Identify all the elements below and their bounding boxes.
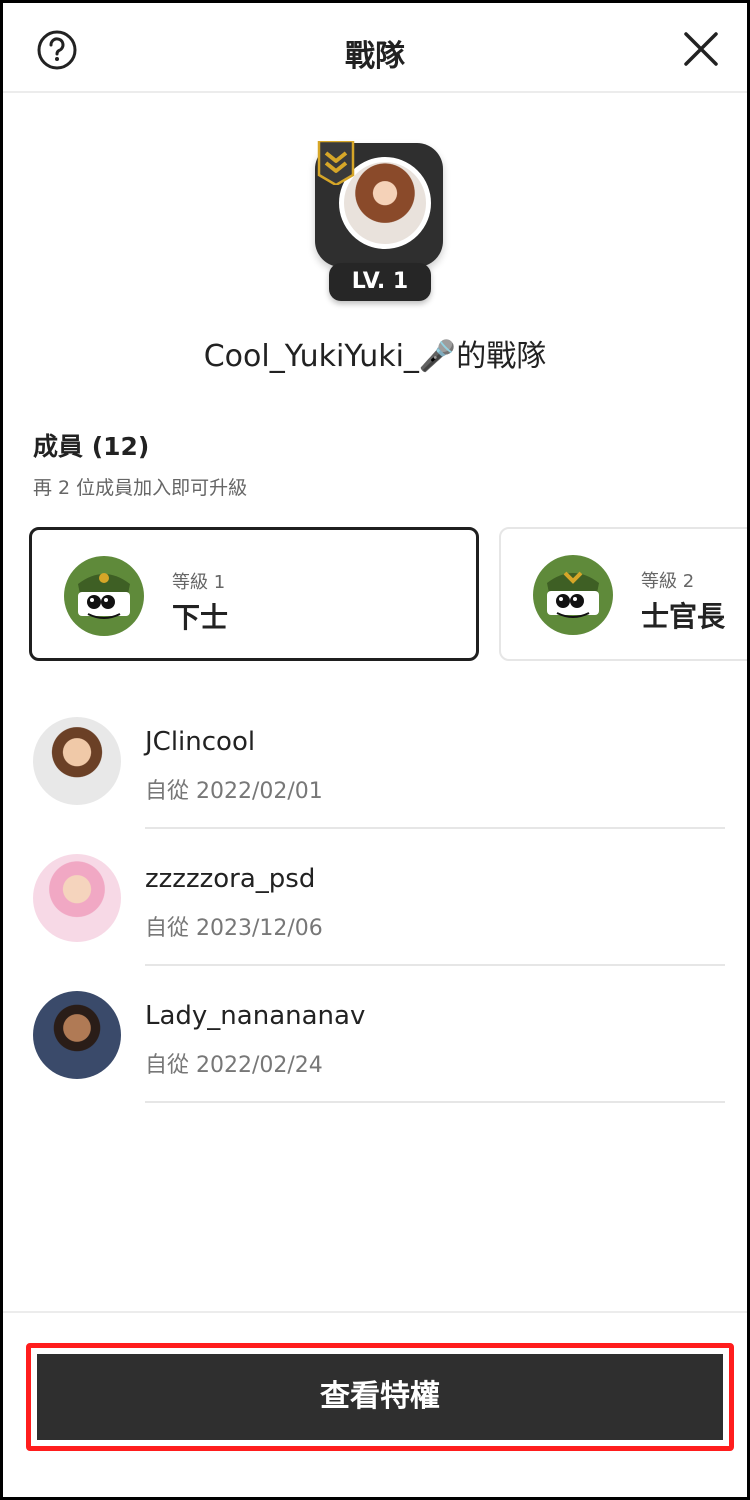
rank-name: 下士: [172, 601, 229, 634]
member-since: 自從 2022/02/24: [145, 1053, 323, 1078]
member-row[interactable]: JClincool 自從 2022/02/01: [3, 717, 747, 854]
close-icon: [684, 32, 718, 66]
member-since: 自從 2023/12/06: [145, 916, 323, 941]
level-badge: LV. 1: [329, 263, 431, 301]
member-name: JClincool: [145, 727, 256, 757]
rank-level: 等級 2: [641, 571, 695, 592]
avatar: [33, 717, 121, 805]
team-name: Cool_YukiYuki_🎤的戰隊: [203, 339, 547, 374]
divider: [145, 1101, 725, 1103]
soldier-rank-icon: [64, 556, 144, 636]
view-privileges-button[interactable]: 查看特權: [37, 1354, 723, 1440]
rank-card-1[interactable]: 等級 1 下士: [29, 527, 479, 661]
rank-level: 等級 1: [172, 572, 226, 593]
avatar: [33, 854, 121, 942]
avatar: [33, 991, 121, 1079]
close-button[interactable]: [679, 27, 723, 71]
member-row[interactable]: zzzzzora_psd 自從 2023/12/06: [3, 854, 747, 991]
member-since: 自從 2022/02/01: [145, 779, 323, 804]
team-avatar: LV. 1: [315, 141, 443, 303]
rank-card-2[interactable]: 等級 2 士官長: [499, 527, 747, 661]
divider: [145, 964, 725, 966]
page-title: 戰隊: [345, 39, 405, 74]
member-row[interactable]: Lady_nanananav 自從 2022/02/24: [3, 991, 747, 1128]
rank-name: 士官長: [641, 600, 726, 633]
members-upgrade-hint: 再 2 位成員加入即可升級: [33, 477, 248, 499]
member-name: Lady_nanananav: [145, 1001, 366, 1031]
team-dialog: 戰隊 LV. 1 Cool_YukiYuki_🎤的戰隊 成員 (12) 再 2 …: [3, 3, 747, 1497]
header: 戰隊: [3, 3, 747, 93]
divider: [145, 827, 725, 829]
soldier-rank-icon: [533, 555, 613, 635]
rank-ribbon-icon: [317, 141, 355, 185]
member-name: zzzzzora_psd: [145, 864, 316, 894]
footer-divider: [3, 1311, 747, 1313]
members-count-title: 成員 (12): [33, 432, 150, 461]
